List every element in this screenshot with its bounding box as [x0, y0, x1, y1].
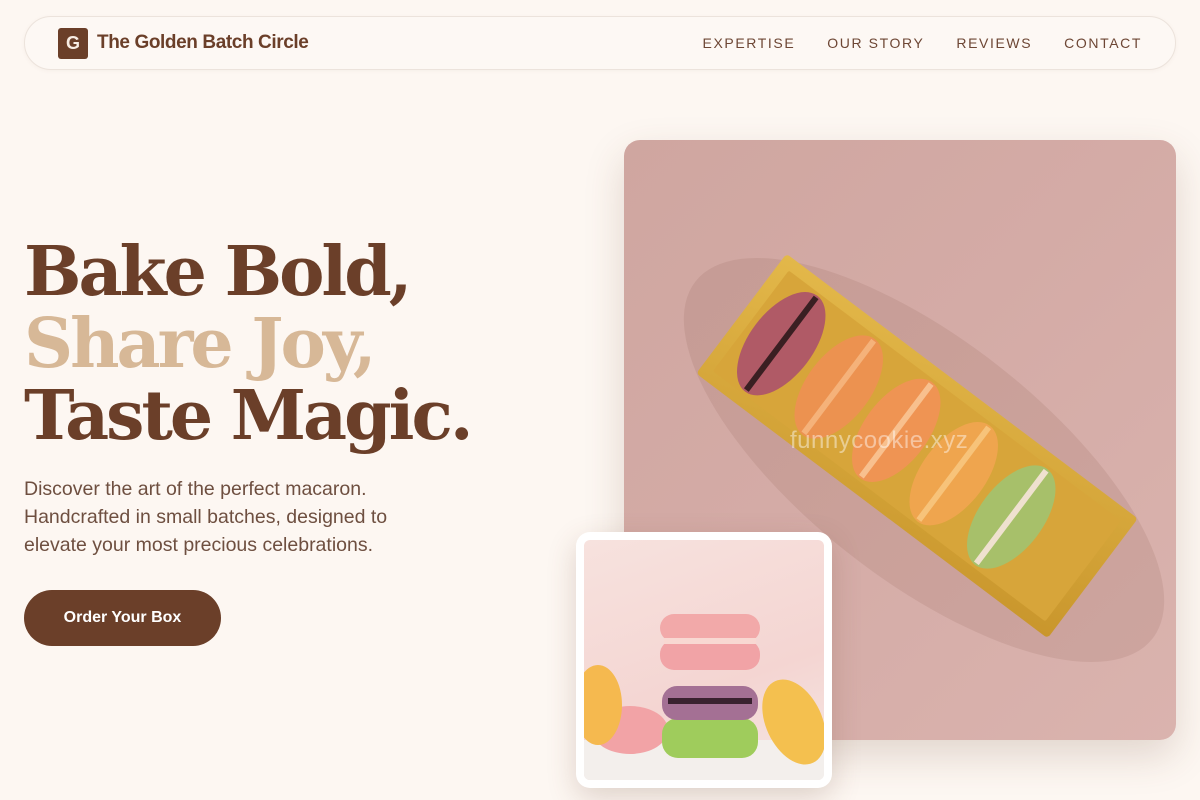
nav-link-expertise[interactable]: EXPERTISE	[703, 35, 796, 51]
headline-line-2: Share Joy,	[24, 304, 377, 384]
main-menu: EXPERTISE OUR STORY REVIEWS CONTACT	[703, 35, 1142, 51]
nav-link-our-story[interactable]: OUR STORY	[827, 35, 924, 51]
nav-link-contact[interactable]: CONTACT	[1064, 35, 1142, 51]
headline-line-3: Taste Magic.	[24, 376, 474, 456]
stacked-macarons-photo	[584, 540, 824, 780]
order-box-button[interactable]: Order Your Box	[24, 590, 221, 646]
headline-line-1: Bake Bold,	[24, 232, 412, 312]
nav-link-reviews[interactable]: REVIEWS	[956, 35, 1032, 51]
logo-badge[interactable]: G	[58, 28, 88, 59]
watermark-text: funnycookie.xyz	[790, 427, 969, 454]
stacked-macarons-illustration	[584, 614, 824, 780]
hero-headline: Bake Bold, Share Joy, Taste Magic.	[24, 232, 474, 456]
top-nav: G The Golden Batch Circle EXPERTISE OUR …	[24, 16, 1176, 70]
stacked-macarons-card	[576, 532, 832, 788]
hero-description: Discover the art of the perfect macaron.…	[24, 478, 388, 556]
brand-name[interactable]: The Golden Batch Circle	[97, 32, 309, 54]
